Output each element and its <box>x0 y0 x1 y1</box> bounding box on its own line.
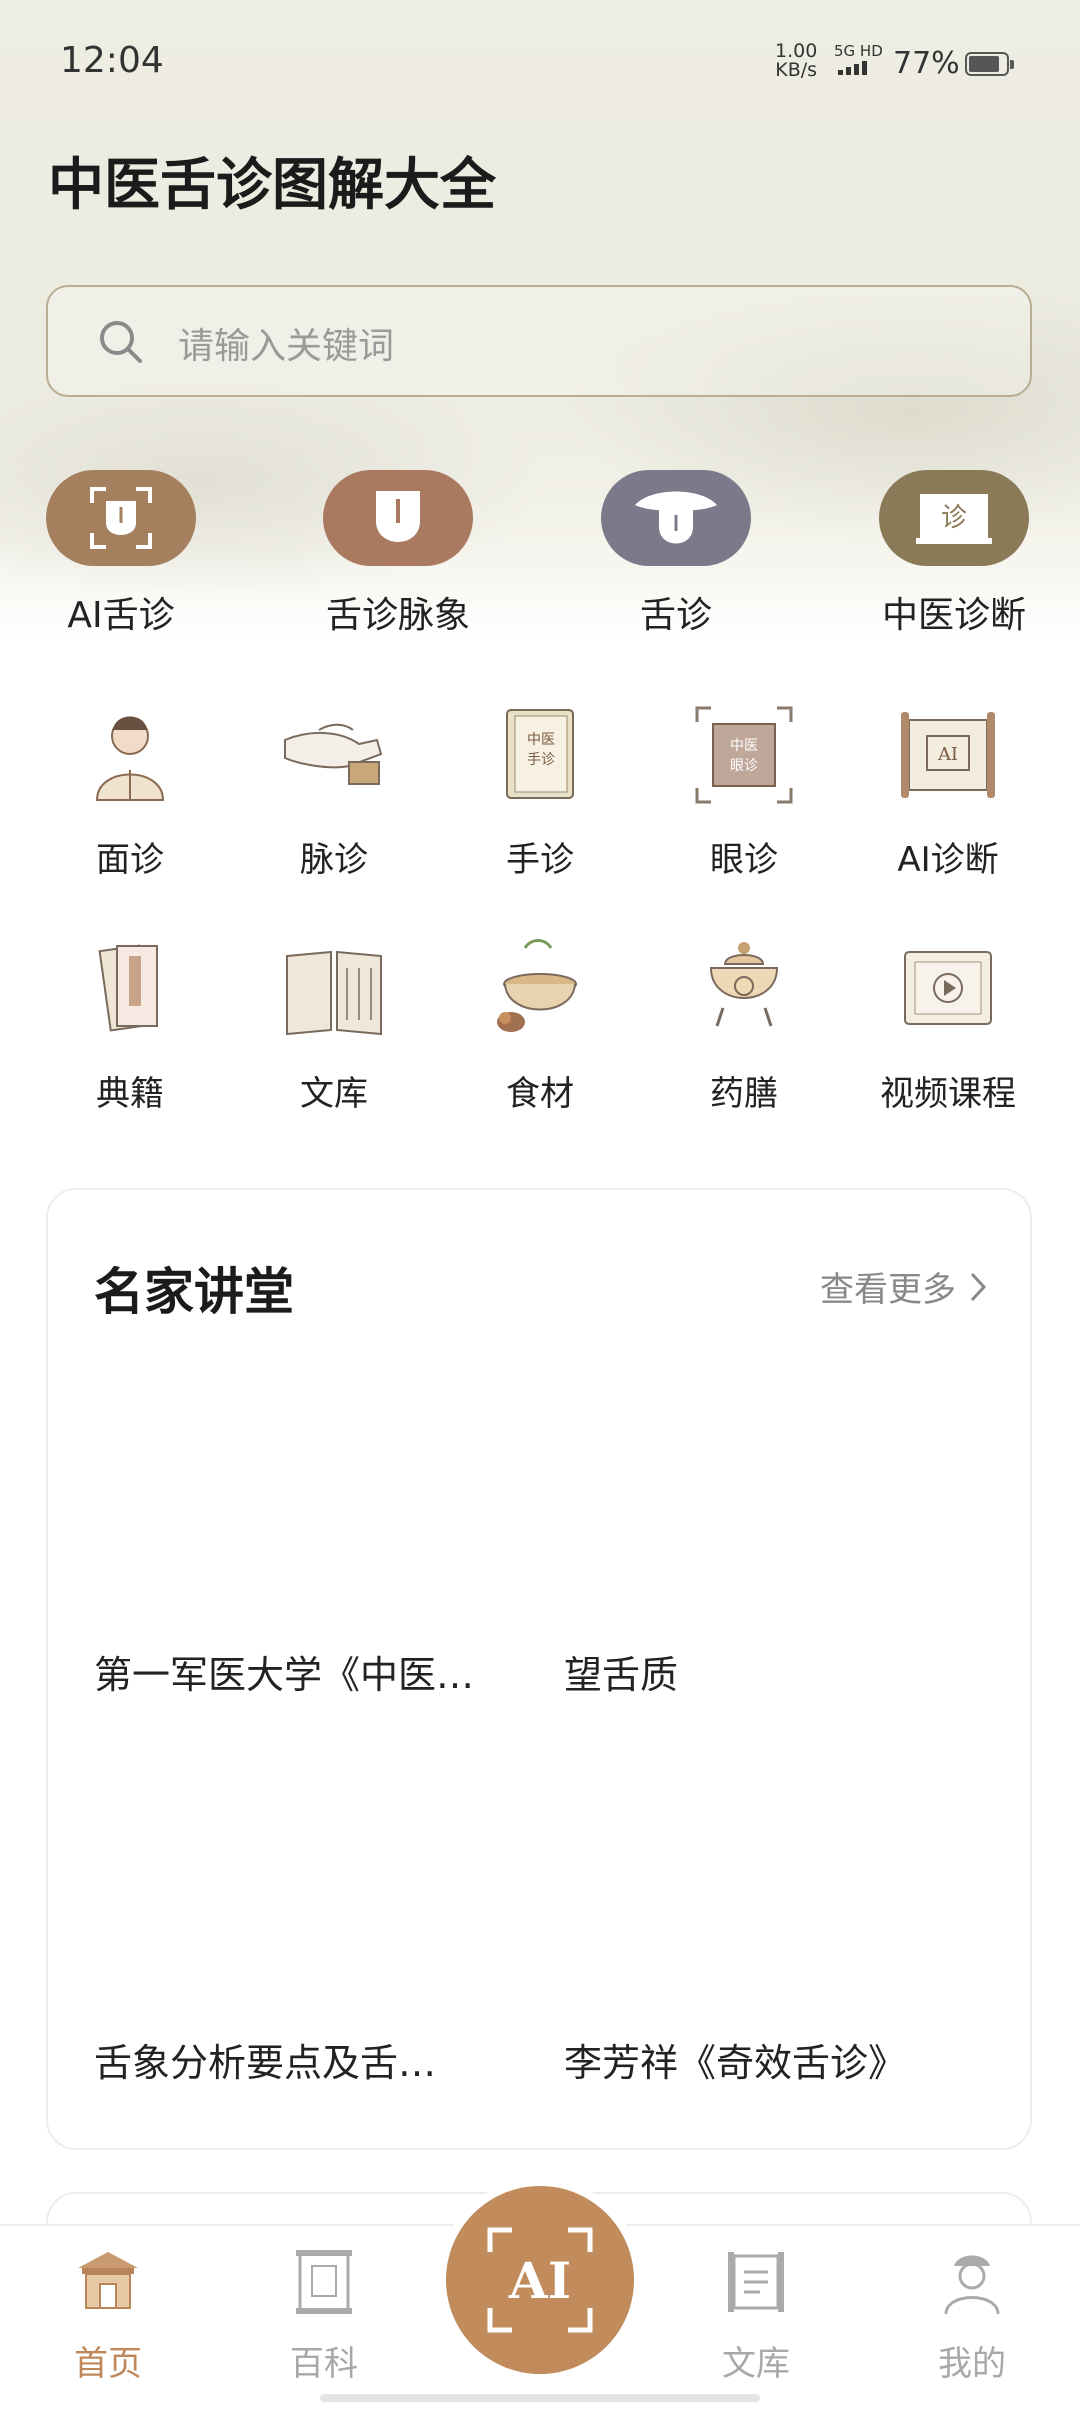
tab-label: 文库 <box>722 2344 790 2384</box>
svg-text:中医: 中医 <box>527 732 555 748</box>
view-more-link[interactable]: 查看更多 <box>820 1262 988 1311</box>
tab-profile[interactable]: 我的 <box>892 2246 1052 2385</box>
tab-home[interactable]: 首页 <box>28 2246 188 2385</box>
video-course-icon <box>904 951 992 1025</box>
category-ai-diagnosis[interactable]: AI AI诊断 <box>858 700 1038 881</box>
pulse-hand-icon <box>284 723 383 785</box>
chevron-right-icon <box>970 1272 987 1301</box>
tab-library[interactable]: 文库 <box>676 2246 836 2385</box>
category-label: 药膳 <box>710 1074 778 1114</box>
svg-text:AI: AI <box>937 744 958 765</box>
library-book-icon <box>286 950 382 1036</box>
status-bar: 12:04 1.00 KB/s 5G HD 77% <box>0 40 1080 90</box>
search-icon <box>100 321 142 363</box>
encyclopedia-scroll-icon <box>296 2250 352 2314</box>
ai-button-label: AI <box>508 2251 571 2310</box>
hand-book-icon: 中医 手诊 <box>506 709 574 799</box>
battery-icon <box>965 52 1014 76</box>
signal-icon <box>838 61 867 75</box>
category-face[interactable]: 面诊 <box>40 700 220 881</box>
category-label: 面诊 <box>96 840 164 880</box>
category-pulse[interactable]: 脉诊 <box>244 700 424 881</box>
category-eye[interactable]: 中医 眼诊 眼诊 <box>654 700 834 881</box>
view-more-label: 查看更多 <box>820 1270 956 1310</box>
feature-tcm-diagnosis[interactable]: 诊 中医诊断 <box>854 470 1054 638</box>
svg-text:手诊: 手诊 <box>527 752 555 768</box>
eye-diagnosis-icon: 中医 眼诊 <box>695 706 793 804</box>
lecture-item[interactable]: 舌象分析要点及舌… <box>94 2032 524 2087</box>
category-classics[interactable]: 典籍 <box>40 934 220 1115</box>
category-label: 眼诊 <box>710 840 778 880</box>
category-medicinal-food[interactable]: 药膳 <box>654 934 834 1115</box>
category-label: 文库 <box>300 1074 368 1114</box>
feature-label: 舌诊 <box>639 595 712 636</box>
network-type: 5G HD <box>834 42 883 60</box>
ai-center-button[interactable]: AI <box>446 2186 634 2374</box>
svg-text:眼诊: 眼诊 <box>730 758 758 774</box>
profile-icon <box>944 2255 1000 2315</box>
tongue-icon <box>323 470 473 566</box>
lecture-item[interactable]: 望舌质 <box>564 1644 994 1699</box>
category-label: 手诊 <box>506 840 574 880</box>
lecture-item[interactable]: 李芳祥《奇效舌诊》 <box>564 2032 994 2087</box>
feature-label: 舌诊脉象 <box>325 595 470 636</box>
page-title: 中医舌诊图解大全 <box>48 152 496 218</box>
status-time: 12:04 <box>60 40 164 81</box>
category-label: 食材 <box>506 1074 574 1114</box>
ai-tongue-scan-icon <box>46 470 196 566</box>
medicinal-food-icon <box>709 942 779 1027</box>
tab-label: 首页 <box>74 2344 142 2384</box>
tab-label: 我的 <box>938 2344 1006 2384</box>
category-label: 视频课程 <box>880 1074 1016 1114</box>
feature-ai-tongue[interactable]: AI舌诊 <box>21 470 221 638</box>
lecture-item[interactable]: 第一军医大学《中医… <box>94 1644 524 1699</box>
feature-label: 中医诊断 <box>881 595 1026 636</box>
ingredients-pot-icon <box>497 939 577 1032</box>
classics-books-icon <box>98 944 158 1032</box>
feature-label: AI舌诊 <box>67 595 175 636</box>
svg-text:中医: 中医 <box>730 738 758 754</box>
battery-percent: 77% <box>893 46 960 81</box>
net-speed-unit: KB/s <box>775 59 818 81</box>
category-label: AI诊断 <box>897 840 999 880</box>
home-indicator <box>320 2394 760 2402</box>
search-input[interactable]: 请输入关键词 <box>46 285 1032 397</box>
face-doctor-icon <box>95 716 165 801</box>
tab-encyclopedia[interactable]: 百科 <box>244 2246 404 2385</box>
feature-tongue-pulse[interactable]: 舌诊脉象 <box>298 470 498 638</box>
tab-label: 百科 <box>290 2344 358 2384</box>
section-title: 名家讲堂 <box>94 1262 294 1321</box>
category-ingredients[interactable]: 食材 <box>450 934 630 1115</box>
category-label: 典籍 <box>96 1074 164 1114</box>
ai-scroll-icon: AI <box>901 712 995 798</box>
library-scroll-icon <box>728 2252 784 2312</box>
search-placeholder: 请输入关键词 <box>178 326 395 367</box>
category-label: 脉诊 <box>300 840 368 880</box>
ai-scan-icon: AI <box>487 2227 593 2333</box>
svg-text:诊: 诊 <box>941 503 967 533</box>
diagnosis-book-icon: 诊 <box>879 470 1029 566</box>
feature-tongue-diagnosis[interactable]: 舌诊 <box>576 470 776 638</box>
lectures-card: 名家讲堂 查看更多 第一军医大学《中医… 望舌质 舌象分析要点及舌… 李芳祥《奇… <box>46 1188 1032 2150</box>
category-video-course[interactable]: 视频课程 <box>858 934 1038 1115</box>
net-speed: 1.00 KB/s <box>775 42 817 80</box>
mouth-tongue-icon <box>601 470 751 566</box>
home-icon <box>78 2252 138 2309</box>
category-hand[interactable]: 中医 手诊 手诊 <box>450 700 630 881</box>
category-library[interactable]: 文库 <box>244 934 424 1115</box>
